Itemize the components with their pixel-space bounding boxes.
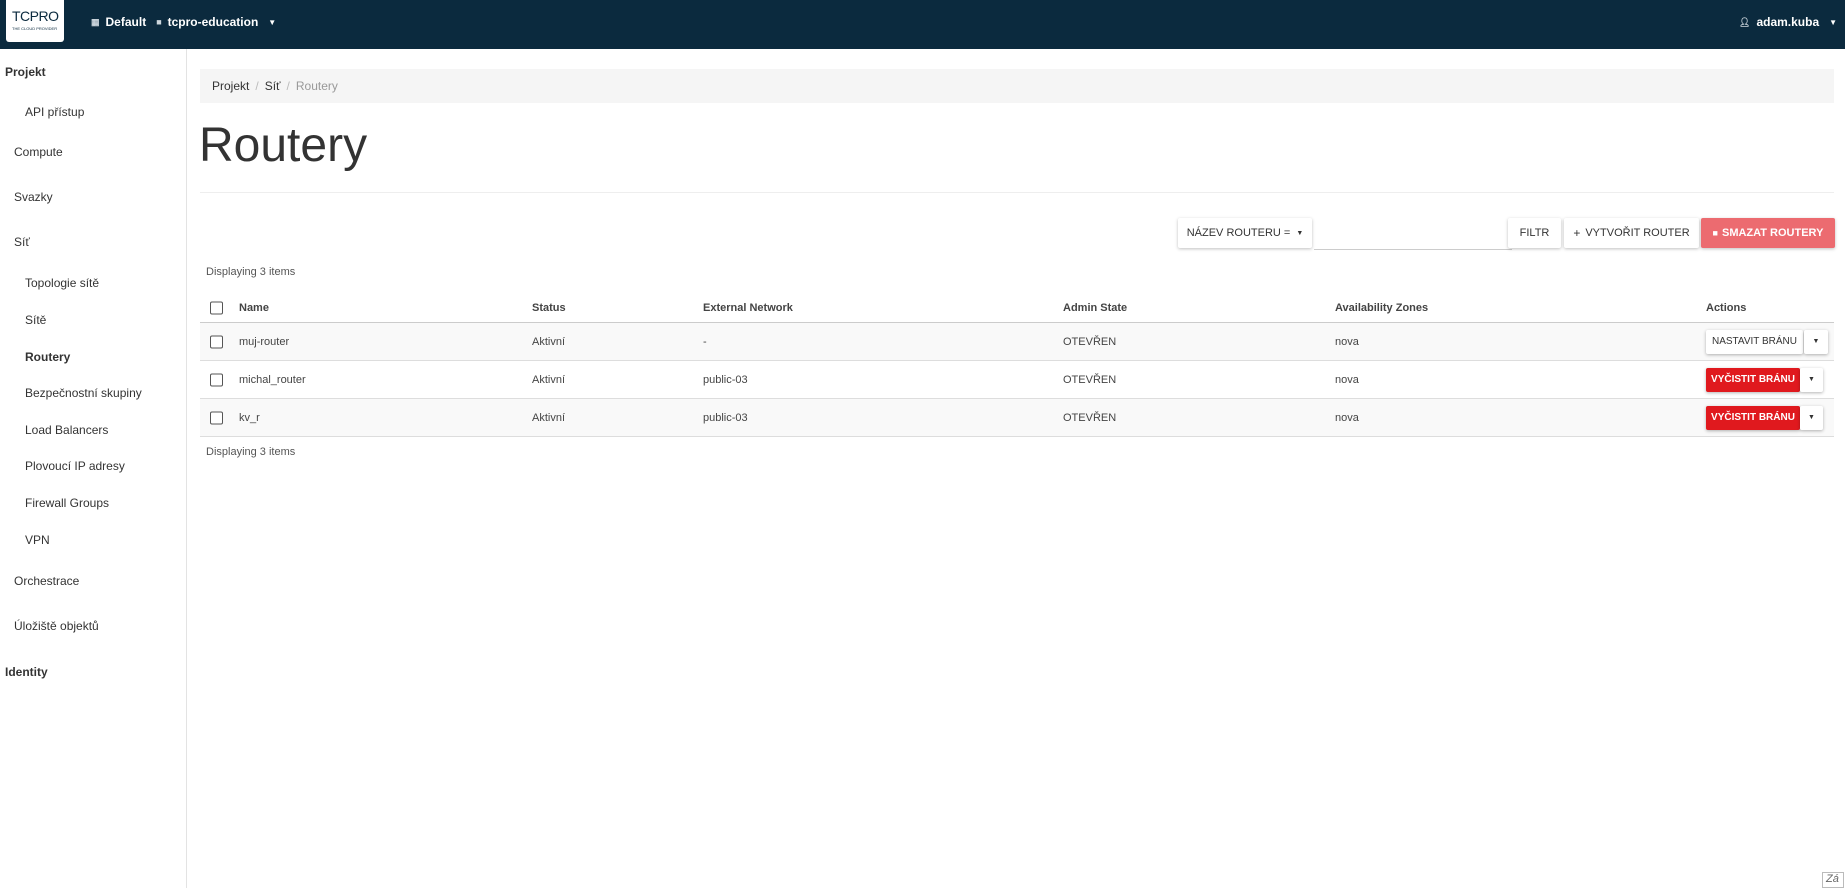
sidebar-identity-header[interactable]: Identity <box>5 665 48 679</box>
select-all-checkbox[interactable] <box>210 301 223 315</box>
table-row: muj-router Aktivní - OTEVŘEN nova NASTAV… <box>200 323 1834 361</box>
chevron-down-icon: ▼ <box>268 17 277 27</box>
table-row: michal_router Aktivní public-03 OTEVŘEN … <box>200 361 1834 399</box>
sidebar-item-routers[interactable]: Routery <box>25 350 70 364</box>
column-header-name[interactable]: Name <box>239 302 269 314</box>
breadcrumb-separator: / <box>255 79 259 93</box>
breadcrumb: Projekt / Síť / Routery <box>200 69 1834 103</box>
row-checkbox[interactable] <box>210 335 223 348</box>
row-actions-dropdown[interactable]: ▼ <box>1804 329 1828 354</box>
sidebar-item-vpn[interactable]: VPN <box>25 533 50 547</box>
tcpro-logo[interactable]: TCPRO THE CLOUD PROVIDER <box>6 0 64 42</box>
create-router-button[interactable]: + VYTVOŘIT ROUTER <box>1564 218 1699 248</box>
router-external-network: public-03 <box>703 373 748 386</box>
column-header-actions: Actions <box>1706 302 1747 314</box>
column-header-admin-state[interactable]: Admin State <box>1063 302 1127 314</box>
clear-gateway-button[interactable]: VYČISTIT BRÁNU <box>1706 405 1800 430</box>
sidebar-project-header[interactable]: Projekt <box>5 65 46 79</box>
table-header: Name Status External Network Admin State… <box>200 294 1834 323</box>
domain-name: Default <box>105 15 147 29</box>
divider <box>200 192 1834 193</box>
corner-widget[interactable]: Zá <box>1822 872 1844 888</box>
row-actions-dropdown[interactable]: ▼ <box>1800 405 1823 430</box>
items-count-top: Displaying 3 items <box>206 266 296 278</box>
project-icon: ■ <box>156 17 162 27</box>
column-header-status[interactable]: Status <box>532 302 566 314</box>
breadcrumb-item-project[interactable]: Projekt <box>212 79 249 93</box>
router-status: Aktivní <box>532 335 566 348</box>
chevron-down-icon: ▼ <box>1296 229 1304 237</box>
page-title: Routery <box>199 119 368 172</box>
row-checkbox[interactable] <box>210 373 223 386</box>
table-row: kv_r Aktivní public-03 OTEVŘEN nova VYČI… <box>200 399 1834 437</box>
row-checkbox[interactable] <box>210 411 223 424</box>
user-name: adam.kuba <box>1756 15 1820 29</box>
sidebar-item-compute[interactable]: Compute <box>14 145 63 159</box>
set-gateway-button[interactable]: NASTAVIT BRÁNU <box>1706 329 1803 354</box>
router-admin-state: OTEVŘEN <box>1063 335 1117 348</box>
breadcrumb-item-network[interactable]: Síť <box>265 79 281 93</box>
logo-subtext: THE CLOUD PROVIDER <box>12 26 58 31</box>
user-icon: 👤︎ <box>1739 16 1751 27</box>
domain-project-selector[interactable]: ▦ Default ■ tcpro-education ▼ <box>91 15 276 29</box>
router-name-link[interactable]: michal_router <box>239 374 306 386</box>
row-actions-dropdown[interactable]: ▼ <box>1800 367 1823 392</box>
router-external-network: - <box>703 335 707 348</box>
trash-icon: ■ <box>1712 228 1718 238</box>
sidebar-item-firewall-groups[interactable]: Firewall Groups <box>25 496 109 510</box>
plus-icon: + <box>1573 226 1581 240</box>
delete-routers-button[interactable]: ■ SMAZAT ROUTERY <box>1701 218 1835 248</box>
filter-field-label: NÁZEV ROUTERU = <box>1186 227 1291 239</box>
router-availability-zone: nova <box>1335 335 1359 348</box>
create-router-label: VYTVOŘIT ROUTER <box>1585 227 1690 239</box>
sidebar-item-object-store[interactable]: Úložiště objektů <box>14 619 99 633</box>
chevron-down-icon: ▼ <box>1829 17 1838 27</box>
router-admin-state: OTEVŘEN <box>1063 373 1117 386</box>
router-status: Aktivní <box>532 373 566 386</box>
filter-field-dropdown[interactable]: NÁZEV ROUTERU = ▼ <box>1178 218 1312 248</box>
column-header-availability-zones[interactable]: Availability Zones <box>1335 302 1428 314</box>
sidebar: Projekt API přístup Compute Svazky Síť T… <box>0 49 187 888</box>
logo-text: TCPRO <box>12 8 59 24</box>
domain-icon: ▦ <box>91 16 100 27</box>
sidebar-item-api-access[interactable]: API přístup <box>25 105 84 119</box>
router-admin-state: OTEVŘEN <box>1063 411 1117 424</box>
sidebar-item-floating-ips[interactable]: Plovoucí IP adresy <box>25 459 125 473</box>
clear-gateway-button[interactable]: VYČISTIT BRÁNU <box>1706 367 1800 392</box>
filter-button[interactable]: FILTR <box>1508 218 1561 248</box>
sidebar-item-orchestration[interactable]: Orchestrace <box>14 574 79 588</box>
items-count-bottom: Displaying 3 items <box>206 446 296 458</box>
column-header-external-network[interactable]: External Network <box>703 302 793 314</box>
filter-input[interactable] <box>1314 219 1512 250</box>
delete-routers-label: SMAZAT ROUTERY <box>1721 227 1824 239</box>
sidebar-item-network[interactable]: Síť <box>14 235 30 249</box>
sidebar-item-load-balancers[interactable]: Load Balancers <box>25 423 108 437</box>
router-availability-zone: nova <box>1335 373 1359 386</box>
sidebar-item-volumes[interactable]: Svazky <box>14 190 53 204</box>
sidebar-item-networks[interactable]: Sítě <box>25 313 46 327</box>
breadcrumb-item-current: Routery <box>295 79 338 93</box>
router-status: Aktivní <box>532 411 566 424</box>
router-name-link[interactable]: muj-router <box>239 336 289 348</box>
project-name: tcpro-education <box>167 15 259 29</box>
router-availability-zone: nova <box>1335 411 1359 424</box>
sidebar-item-network-topology[interactable]: Topologie sítě <box>25 276 99 290</box>
sidebar-item-security-groups[interactable]: Bezpečnostní skupiny <box>25 386 142 400</box>
top-navbar: TCPRO THE CLOUD PROVIDER ▦ Default ■ tcp… <box>0 0 1845 49</box>
user-menu[interactable]: 👤︎ adam.kuba ▼ <box>1739 15 1837 29</box>
router-external-network: public-03 <box>703 411 748 424</box>
router-name-link[interactable]: kv_r <box>239 412 260 424</box>
breadcrumb-separator: / <box>286 79 290 93</box>
